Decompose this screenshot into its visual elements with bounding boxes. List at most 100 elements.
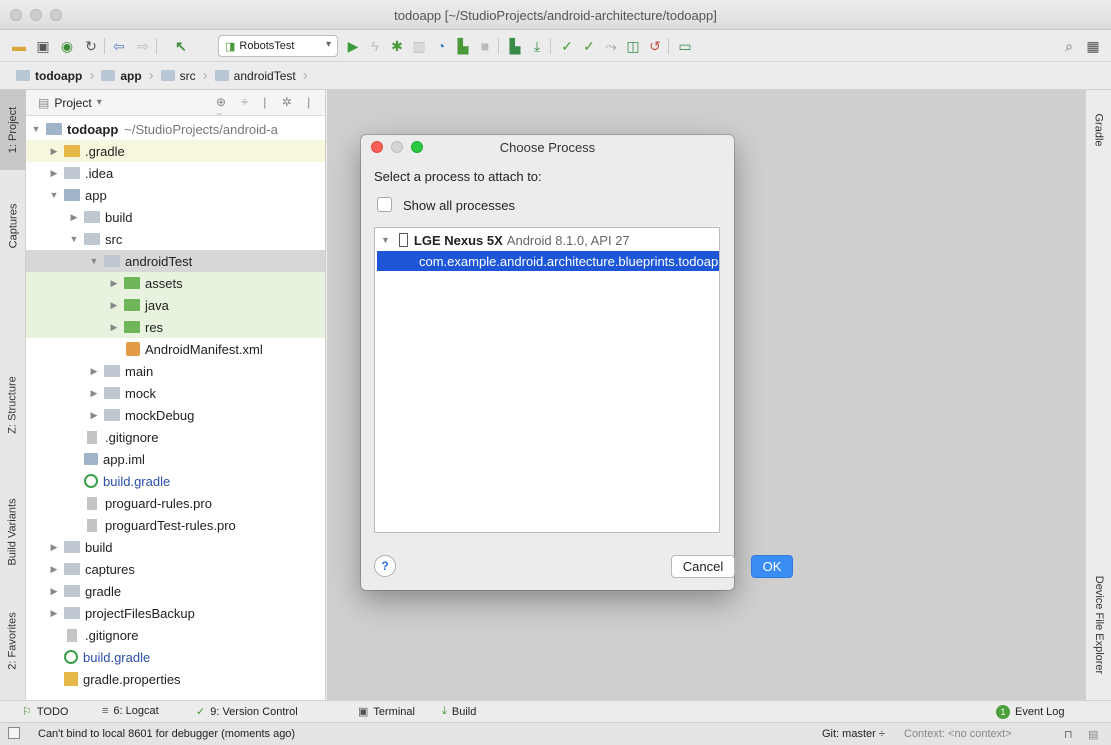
avd-manager-icon[interactable]: ⤓ — [528, 37, 546, 55]
ok-button[interactable]: OK — [751, 555, 793, 578]
tab-build-variants[interactable]: Build Variants — [0, 482, 26, 582]
tree-item[interactable]: ▶ build — [26, 536, 325, 558]
tree-item[interactable]: ▶ mockDebug — [26, 404, 325, 426]
file-icon — [67, 628, 77, 642]
folder-icon — [160, 70, 175, 81]
breadcrumb-item[interactable]: todoapp — [12, 65, 86, 87]
tree-item[interactable]: ▶ res — [26, 316, 325, 338]
tree-item[interactable]: proguardTest-rules.pro — [26, 514, 325, 536]
vcs-history-icon[interactable]: ◫ — [624, 37, 642, 55]
tab-project[interactable]: 1: Project — [0, 90, 26, 170]
run-icon[interactable]: ▶ — [344, 37, 362, 55]
tree-item[interactable]: ▶ main — [26, 360, 325, 382]
make-project-icon[interactable]: ↖ — [172, 37, 190, 55]
project-view-select[interactable]: Project — [54, 96, 91, 110]
chevron-down-icon: ▾ — [325, 39, 331, 50]
attach-debugger-icon[interactable]: ▙ — [454, 37, 472, 55]
tree-item[interactable]: ▶ .idea — [26, 162, 325, 184]
cancel-button[interactable]: Cancel — [671, 555, 735, 578]
process-row[interactable]: com.example.android.architecture.bluepri… — [377, 251, 719, 271]
device-row[interactable]: ▼ LGE Nexus 5X Android 8.1.0, API 27 — [375, 230, 719, 250]
layout-icon[interactable]: ▦ — [1084, 37, 1102, 55]
stop-icon[interactable]: ■ — [476, 37, 494, 55]
back-icon[interactable]: ⇦ — [110, 37, 128, 55]
module-icon — [101, 70, 116, 81]
tree-item[interactable]: build.gradle — [26, 646, 325, 668]
apply-changes-icon[interactable]: ϟ — [366, 37, 384, 55]
breadcrumb-item[interactable]: app — [97, 65, 145, 87]
tab-structure[interactable]: Z: Structure — [0, 360, 26, 450]
event-log-button[interactable]: 1 Event Log — [996, 705, 1065, 719]
toggle-tool-windows-icon[interactable] — [8, 727, 20, 739]
vcs-update-icon[interactable]: ✓ — [558, 37, 576, 55]
tree-item[interactable]: ▶ mock — [26, 382, 325, 404]
folder-icon — [16, 70, 30, 81]
tab-todo[interactable]: ⚐ TODO — [22, 705, 68, 719]
gradle-icon — [64, 650, 78, 664]
test-folder-icon — [124, 277, 140, 289]
tree-item[interactable]: ▶ build — [26, 206, 325, 228]
search-icon[interactable]: ⌕ — [1060, 37, 1078, 55]
breadcrumb-item[interactable]: src — [157, 65, 200, 87]
coverage-icon[interactable]: ▥ — [410, 37, 428, 55]
tree-item[interactable]: ▶ projectFilesBackup — [26, 602, 325, 624]
dialog-minimize-button[interactable] — [391, 141, 403, 153]
forward-icon[interactable]: ⇨ — [134, 37, 152, 55]
tree-item[interactable]: .gitignore — [26, 426, 325, 448]
choose-process-dialog: Choose Process Select a process to attac… — [361, 135, 793, 590]
breadcrumb-item[interactable]: androidTest — [211, 65, 300, 87]
run-configuration-select[interactable]: ◨ RobotsTest ▾ — [218, 35, 338, 57]
tree-item[interactable]: .gitignore — [26, 624, 325, 646]
tree-item[interactable]: ▼ todoapp ~/StudioProjects/android-a — [26, 118, 325, 140]
vcs-compare-icon[interactable]: ⤳ — [602, 37, 620, 55]
tree-item[interactable]: ▶ assets — [26, 272, 325, 294]
tree-item[interactable]: app.iml — [26, 448, 325, 470]
tree-item[interactable]: ▶ gradle — [26, 580, 325, 602]
tree-item[interactable]: gradle.properties — [26, 668, 325, 690]
file-icon — [87, 496, 97, 510]
show-all-processes-checkbox[interactable] — [377, 197, 392, 212]
dialog-close-button[interactable] — [371, 141, 383, 153]
open-folder-icon[interactable]: ▬ — [10, 37, 28, 55]
memory-indicator-icon[interactable]: ▤ — [1088, 728, 1098, 741]
tree-item[interactable]: build.gradle — [26, 470, 325, 492]
dialog-titlebar: Choose Process — [361, 135, 734, 159]
tab-terminal[interactable]: ▣ Terminal — [358, 705, 415, 719]
tab-favorites[interactable]: 2: Favorites — [0, 596, 26, 686]
tree-item[interactable]: ▼ app — [26, 184, 325, 206]
debug-icon[interactable]: ✱ — [388, 37, 406, 55]
tab-version-control[interactable]: ✓ 9: Version Control — [196, 705, 298, 719]
sync-icon[interactable]: ◉ — [58, 37, 76, 55]
folder-icon — [64, 541, 80, 553]
tree-item[interactable]: ▶ captures — [26, 558, 325, 580]
tree-item[interactable]: ▼ androidTest — [26, 250, 325, 272]
tree-item[interactable]: proguard-rules.pro — [26, 492, 325, 514]
tab-gradle[interactable]: Gradle — [1086, 100, 1111, 160]
gradle-icon — [84, 474, 98, 488]
device-manager-icon[interactable]: ▭ — [676, 37, 694, 55]
revert-icon[interactable]: ↺ — [646, 37, 664, 55]
tree-item[interactable]: ▼ src — [26, 228, 325, 250]
context-indicator: Context: <no context> — [904, 728, 1012, 740]
folder-icon — [84, 233, 100, 245]
status-bar: Can't bind to local 8601 for debugger (m… — [0, 722, 1111, 745]
tab-device-file-explorer[interactable]: Device File Explorer — [1086, 550, 1111, 700]
refresh-icon[interactable]: ↻ — [82, 37, 100, 55]
help-button[interactable]: ? — [374, 555, 396, 577]
show-all-processes-label[interactable]: Show all processes — [403, 198, 515, 213]
profile-icon[interactable]: ◔ — [432, 37, 450, 55]
tree-item[interactable]: ▶ java — [26, 294, 325, 316]
vcs-commit-icon[interactable]: ✓ — [580, 37, 598, 55]
tab-captures[interactable]: Captures — [0, 186, 26, 266]
tab-build[interactable]: ⤓ Build — [442, 705, 476, 718]
save-icon[interactable]: ▣ — [34, 37, 52, 55]
chevron-down-icon: ▼ — [381, 235, 390, 245]
tree-item[interactable]: AndroidManifest.xml — [26, 338, 325, 360]
dialog-zoom-button[interactable] — [411, 141, 423, 153]
sync-gradle-icon[interactable]: ▙ — [506, 37, 524, 55]
git-branch[interactable]: Git: master ÷ — [822, 728, 885, 740]
lock-icon[interactable]: ⊓ — [1064, 728, 1073, 741]
tab-logcat[interactable]: ≡ 6: Logcat — [102, 705, 159, 717]
tree-item[interactable]: ▶ .gradle — [26, 140, 325, 162]
properties-icon — [64, 672, 78, 686]
